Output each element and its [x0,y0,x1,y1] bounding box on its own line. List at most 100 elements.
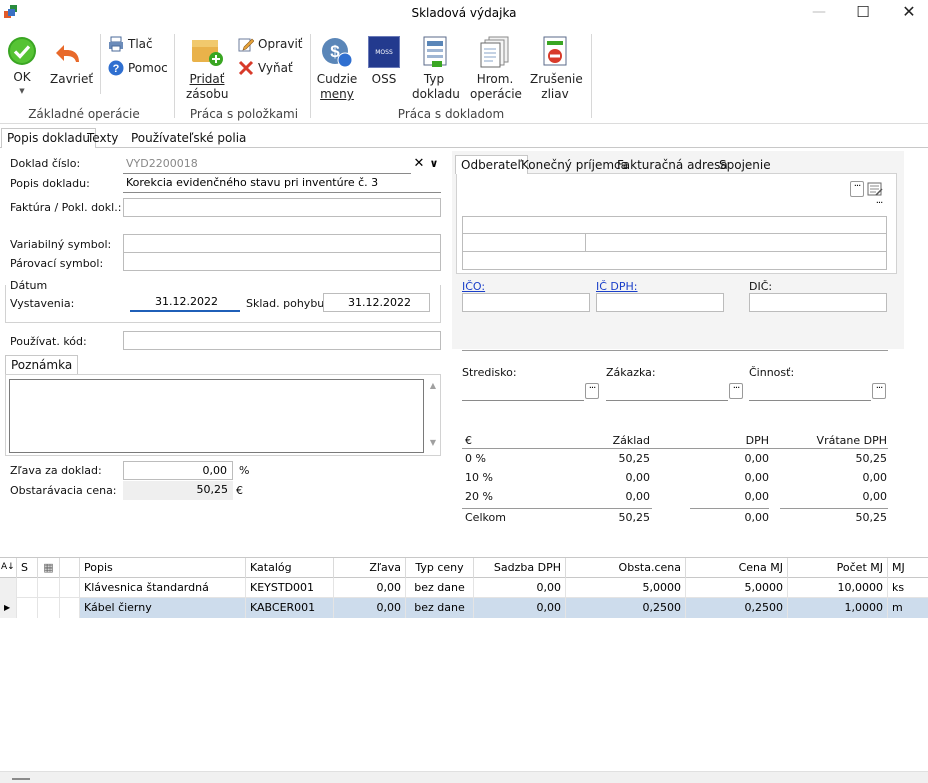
grid-header-description[interactable]: Popis [80,558,246,578]
cost-unit: € [236,484,243,497]
grid-header-unit[interactable]: MJ [888,558,928,578]
print-button[interactable]: Tlač [108,34,153,54]
help-label: Pomoc [128,61,168,75]
grid-header-empty[interactable] [60,558,80,578]
vat-total-incl: 50,25 [855,511,888,524]
invoice-field[interactable] [123,198,441,217]
order-field[interactable] [606,382,728,401]
ok-button[interactable]: OK ▼ [6,36,38,97]
dic-field[interactable] [749,293,887,312]
add-stock-label-2: zásobu [186,87,229,101]
address-book-icon[interactable] [867,181,883,197]
customer-country-field[interactable] [462,251,887,270]
doc-number-field[interactable]: VYD2200018 [123,155,411,174]
row-catalog: KABCER001 [246,598,334,618]
maximize-button[interactable]: ☐ [840,0,886,26]
scroll-down-icon[interactable]: ▼ [427,438,439,450]
row-catalog: KEYSTD001 [246,578,334,598]
grid-header-unit-price[interactable]: Cena MJ [686,558,788,578]
vat-row-incl: 0,00 [862,490,888,503]
separator [174,34,175,118]
cancel-discounts-label-1: Zrušenie [530,72,583,86]
grid-header-price-type[interactable]: Typ ceny [406,558,474,578]
var-symbol-label: Variabilný symbol: [10,238,112,251]
cost-field: 50,25 [123,481,233,500]
foreign-label-2: meny [320,87,354,101]
tab-user-fields[interactable]: Používateľské polia [126,129,251,149]
row-extra [60,578,80,598]
oss-button[interactable]: MOSS OSS [366,36,402,87]
pair-symbol-field[interactable] [123,252,441,271]
row-price-type: bez dane [406,578,474,598]
vat-row-base: 0,00 [625,471,651,484]
foreign-currency-button[interactable]: $ Cudzie meny [316,36,358,102]
grid-header-quantity[interactable]: Počet MJ [788,558,888,578]
close-doc-button[interactable]: Zavrieť [50,40,93,87]
customer-address-field[interactable] [462,198,870,217]
issued-label: Vystavenia: [10,297,75,310]
minimize-button[interactable]: — [796,0,842,26]
tab-note[interactable]: Poznámka [5,355,79,375]
add-stock-label-1: Pridať [189,72,225,86]
chevron-down-icon[interactable]: ∨ [427,156,441,172]
customer-zip-field[interactable] [462,233,586,252]
grid-header-catalog[interactable]: Katalóg [246,558,334,578]
vat-row-incl: 0,00 [862,471,888,484]
move-date-field[interactable]: 31.12.2022 [323,293,430,312]
customer-city-field[interactable] [585,233,887,252]
note-textarea[interactable] [9,379,424,453]
grid-header-cost[interactable]: Obsta.cena [566,558,686,578]
tab-texts[interactable]: Texty [82,129,123,149]
doc-desc-field[interactable]: Korekcia evidenčného stavu pri inventúre… [123,174,441,193]
close-button[interactable]: ✕ [886,0,928,26]
table-row[interactable]: Klávesnica štandardná KEYSTD001 0,00 bez… [0,578,928,598]
grid-header-status[interactable]: S [17,558,38,578]
ico-link[interactable]: IČO: [462,280,485,293]
ribbon-toolbar: OK ▼ Zavrieť Tlač ? Pomoc Základné operá… [0,26,928,124]
center-field[interactable] [462,382,584,401]
more-icon[interactable]: ··· [872,383,886,399]
table-row-selected[interactable]: ▶ Kábel čierny KABCER001 0,00 bez dane 0… [0,598,928,618]
help-button[interactable]: ? Pomoc [108,58,168,78]
doc-type-button[interactable]: Typ dokladu [412,36,460,102]
add-stock-button[interactable]: Pridať zásobu [186,36,228,102]
row-discount: 0,00 [334,598,406,618]
customer-name-field[interactable] [462,180,848,199]
scroll-up-icon[interactable]: ▲ [427,381,439,393]
vat-row-incl: 50,25 [855,452,888,465]
row-indicator [0,578,17,598]
row-quantity: 10,0000 [788,578,888,598]
more-icon[interactable]: ··· [729,383,743,399]
bulk-label-1: Hrom. [476,72,514,86]
row-quantity: 1,0000 [788,598,888,618]
cancel-discounts-button[interactable]: Zrušenie zliav [530,36,583,102]
vat-header-currency: € [465,434,472,447]
help-icon: ? [108,60,124,76]
row-status [17,598,38,618]
more-icon[interactable]: ··· [872,199,886,215]
more-icon[interactable]: ··· [850,181,864,197]
icdph-field[interactable] [596,293,724,312]
clear-icon[interactable]: ✕ [412,156,426,172]
eu-flag-icon: MOSS [368,36,400,68]
bulk-operations-button[interactable]: Hrom. operácie [470,36,522,102]
user-code-field[interactable] [123,331,441,350]
grid-header-vat-rate[interactable]: Sadzba DPH [474,558,566,578]
icdph-link[interactable]: IČ DPH: [596,280,638,293]
issued-date-field[interactable]: 31.12.2022 [130,293,240,312]
edit-button[interactable]: Opraviť [238,34,303,54]
tab-connection[interactable]: Spojenie [714,156,776,176]
remove-button[interactable]: Vyňať [238,58,293,78]
printer-icon [109,36,123,52]
ok-label: OK [13,70,31,84]
sort-icon[interactable]: A↓ [0,558,17,578]
calculator-icon[interactable]: ▦ [38,558,60,578]
window-title: Skladová výdajka [411,6,517,20]
discount-field[interactable]: 0,00 [123,461,233,480]
edit-label: Opraviť [258,37,303,51]
activity-field[interactable] [749,382,871,401]
more-icon[interactable]: ··· [585,383,599,399]
grid-header-discount[interactable]: Zľava [334,558,406,578]
ico-field[interactable] [462,293,590,312]
var-symbol-field[interactable] [123,234,441,253]
